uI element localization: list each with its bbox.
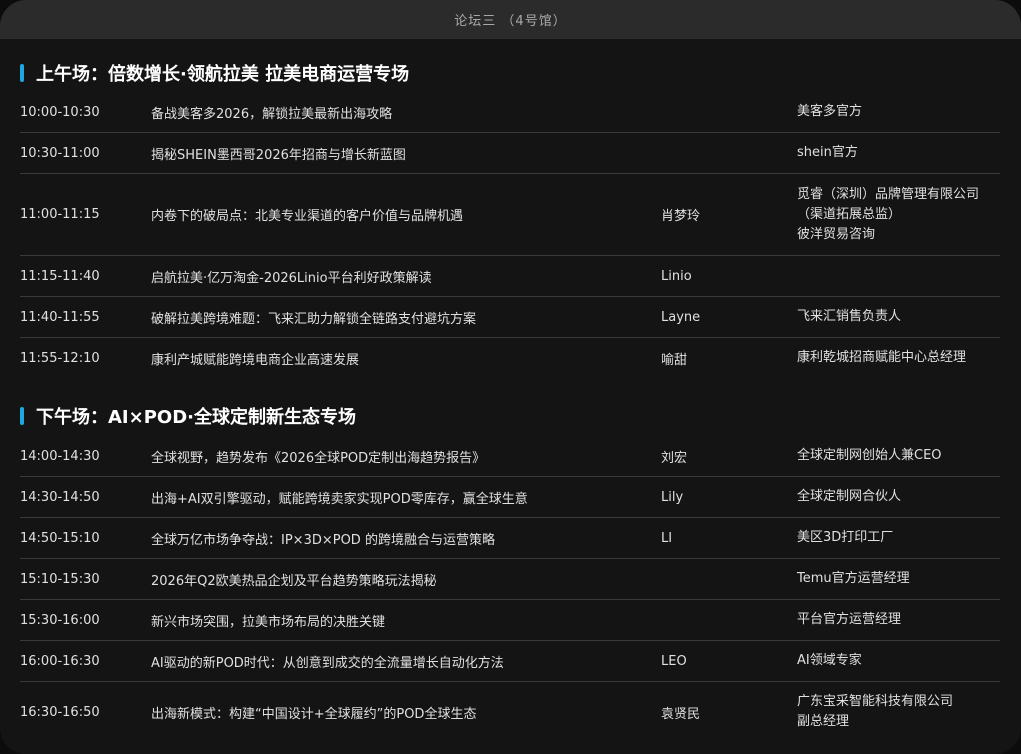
speaker-cell xyxy=(661,600,786,640)
org-cell: 康利乾城招商赋能中心总经理 xyxy=(797,350,967,365)
forum-title: 论坛三 （4号馆） xyxy=(454,14,567,29)
table-row: 15:10-15:30 2026年Q2欧美热品企划及平台趋势策略玩法揭秘 Tem… xyxy=(20,559,1000,600)
topic-cell: 破解拉美跨境难题：飞来汇助力解锁全链路支付避坑方案 xyxy=(151,311,477,327)
time-cell: 10:00-10:30 xyxy=(20,104,100,120)
org-cell: Temu官方运营经理 xyxy=(797,571,910,586)
section-accent-bar xyxy=(20,407,24,425)
topic-cell: AI驱动的新POD时代：从创意到成交的全流量增长自动化方法 xyxy=(151,655,504,671)
org-cell: 全球定制网合伙人 xyxy=(797,489,902,504)
table-row: 14:00-14:30 全球视野，趋势发布《2026全球POD定制出海趋势报告》… xyxy=(20,436,1000,477)
table-row: 10:30-11:00 揭秘SHEIN墨西哥2026年招商与增长新蓝图 shei… xyxy=(20,133,1000,174)
time-cell: 11:15-11:40 xyxy=(20,268,100,284)
time-cell: 14:30-14:50 xyxy=(20,489,100,505)
time-cell: 10:30-11:00 xyxy=(20,145,100,161)
topic-cell: 内卷下的破局点：北美专业渠道的客户价值与品牌机遇 xyxy=(151,209,464,224)
org-cell: 觅睿（深圳）品牌管理有限公司 （渠道拓展总监） 彼洋贸易咨询 xyxy=(797,186,980,242)
schedule-panel: 论坛三 （4号馆） 上午场：倍数增长·领航拉美 拉美电商运营专场 10:00-1… xyxy=(0,0,1021,754)
time-cell: 14:50-15:10 xyxy=(20,530,100,546)
table-row: 10:00-10:30 备战美客多2026，解锁拉美最新出海攻略 美客多官方 xyxy=(20,92,1000,133)
speaker-cell xyxy=(661,133,786,173)
table-row: 15:30-16:00 新兴市场突围，拉美市场布局的决胜关键 平台官方运营经理 xyxy=(20,600,1000,641)
org-cell: AI领域专家 xyxy=(797,653,862,668)
afternoon-schedule-table: 14:00-14:30 全球视野，趋势发布《2026全球POD定制出海趋势报告》… xyxy=(20,436,1000,742)
topic-cell: 康利产城赋能跨境电商企业高速发展 xyxy=(151,352,360,368)
table-row: 16:30-16:50 出海新模式：构建“中国设计+全球履约”的POD全球生态 … xyxy=(20,682,1000,742)
topic-cell: 揭秘SHEIN墨西哥2026年招商与增长新蓝图 xyxy=(151,147,406,163)
speaker-cell xyxy=(661,92,786,132)
morning-schedule-table: 10:00-10:30 备战美客多2026，解锁拉美最新出海攻略 美客多官方 1… xyxy=(20,92,1000,378)
table-row: 11:40-11:55 破解拉美跨境难题：飞来汇助力解锁全链路支付避坑方案 La… xyxy=(20,297,1000,338)
org-cell: 平台官方运营经理 xyxy=(797,612,902,627)
speaker-cell: LEO xyxy=(661,653,687,669)
topic-cell: 全球视野，趋势发布《2026全球POD定制出海趋势报告》 xyxy=(151,450,486,466)
time-cell: 16:00-16:30 xyxy=(20,653,100,669)
org-cell: 美客多官方 xyxy=(797,104,863,119)
table-row: 11:55-12:10 康利产城赋能跨境电商企业高速发展 喻甜 康利乾城招商赋能… xyxy=(20,338,1000,378)
topic-cell: 出海+AI双引擎驱动，赋能跨境卖家实现POD零库存，赢全球生意 xyxy=(151,491,528,507)
section-accent-bar xyxy=(20,64,24,82)
speaker-cell: LI xyxy=(661,530,673,546)
speaker-cell: 肖梦玲 xyxy=(661,209,701,224)
speaker-cell xyxy=(661,559,786,599)
table-row: 16:00-16:30 AI驱动的新POD时代：从创意到成交的全流量增长自动化方… xyxy=(20,641,1000,682)
speaker-cell: 喻甜 xyxy=(661,352,688,368)
topic-cell: 新兴市场突围，拉美市场布局的决胜关键 xyxy=(151,614,386,630)
morning-title-text: 上午场：倍数增长·领航拉美 拉美电商运营专场 xyxy=(36,64,410,85)
table-row: 14:50-15:10 全球万亿市场争夺战：IP×3D×POD 的跨境融合与运营… xyxy=(20,518,1000,559)
table-row: 11:15-11:40 启航拉美·亿万淘金-2026Linio平台利好政策解读 … xyxy=(20,256,1000,297)
org-cell: 全球定制网创始人兼CEO xyxy=(797,448,942,463)
topic-cell: 2026年Q2欧美热品企划及平台趋势策略玩法揭秘 xyxy=(151,573,437,589)
morning-section-title: 上午场：倍数增长·领航拉美 拉美电商运营专场 xyxy=(20,62,410,85)
table-row: 14:30-14:50 出海+AI双引擎驱动，赋能跨境卖家实现POD零库存，赢全… xyxy=(20,477,1000,518)
topic-cell: 备战美客多2026，解锁拉美最新出海攻略 xyxy=(151,106,393,122)
speaker-cell: 袁贤民 xyxy=(661,706,701,722)
topic-cell: 启航拉美·亿万淘金-2026Linio平台利好政策解读 xyxy=(151,270,432,286)
time-cell: 11:55-12:10 xyxy=(20,350,100,366)
time-cell: 11:00-11:15 xyxy=(20,207,100,222)
topic-cell: 全球万亿市场争夺战：IP×3D×POD 的跨境融合与运营策略 xyxy=(151,532,495,548)
afternoon-title-text: 下午场：AI×POD·全球定制新生态专场 xyxy=(36,407,356,428)
speaker-cell: Layne xyxy=(661,309,701,325)
org-cell: 飞来汇销售负责人 xyxy=(797,309,902,324)
speaker-cell: 刘宏 xyxy=(661,450,688,466)
time-cell: 16:30-16:50 xyxy=(20,704,100,720)
afternoon-section-title: 下午场：AI×POD·全球定制新生态专场 xyxy=(20,405,356,428)
org-cell: shein官方 xyxy=(797,145,858,160)
time-cell: 15:10-15:30 xyxy=(20,571,100,587)
speaker-cell: Lily xyxy=(661,489,684,505)
forum-header: 论坛三 （4号馆） xyxy=(0,0,1021,39)
org-cell xyxy=(797,256,1000,296)
table-row: 11:00-11:15 内卷下的破局点：北美专业渠道的客户价值与品牌机遇 肖梦玲… xyxy=(20,174,1000,256)
topic-cell: 出海新模式：构建“中国设计+全球履约”的POD全球生态 xyxy=(151,706,477,722)
time-cell: 14:00-14:30 xyxy=(20,448,100,464)
time-cell: 11:40-11:55 xyxy=(20,309,100,325)
time-cell: 15:30-16:00 xyxy=(20,612,100,628)
org-cell: 广东宝采智能科技有限公司 副总经理 xyxy=(797,694,954,729)
org-cell: 美区3D打印工厂 xyxy=(797,530,894,545)
speaker-cell: Linio xyxy=(661,268,692,284)
